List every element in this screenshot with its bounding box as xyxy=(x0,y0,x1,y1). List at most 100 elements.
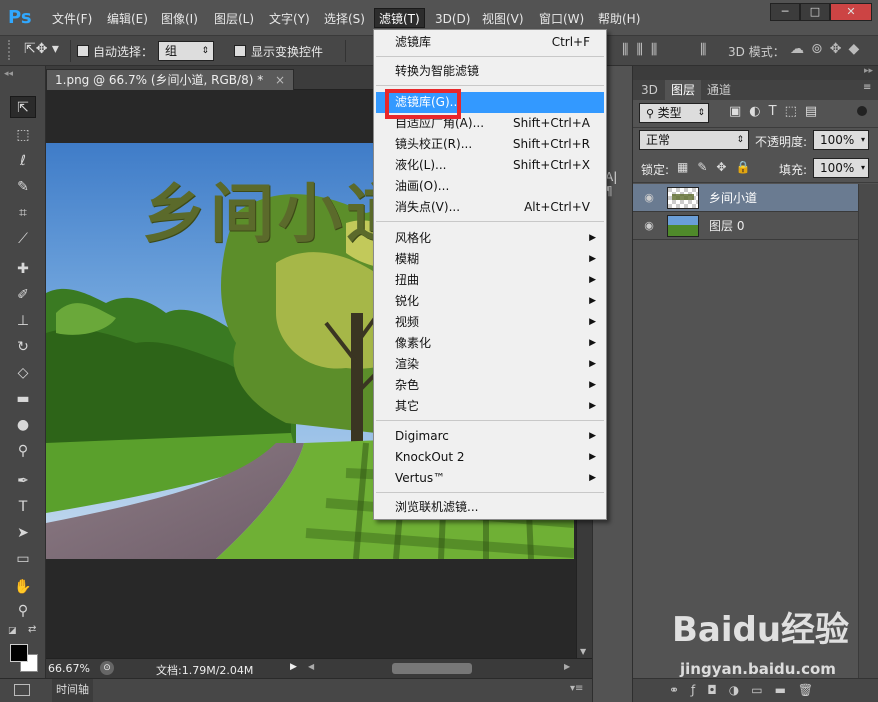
collapse-toolbar-icon[interactable]: ◂◂ xyxy=(4,69,13,79)
search-icon: ⚲ xyxy=(646,107,658,120)
menu-item-distort[interactable]: 扭曲 ▶ xyxy=(376,270,604,291)
opacity-input[interactable]: 100% ▾ xyxy=(813,130,869,150)
foreground-color-swatch[interactable] xyxy=(10,644,28,662)
collapse-panel-icon[interactable]: ▸▸ xyxy=(864,66,873,76)
brush-tool-icon[interactable]: ✐ xyxy=(10,284,36,306)
character-panel-icon[interactable]: A| ¶ xyxy=(605,170,621,218)
minimize-button[interactable]: ─ xyxy=(770,3,800,21)
auto-align-icon[interactable]: ⫼ xyxy=(700,42,706,58)
eyedropper-tool-icon[interactable]: ⟋ xyxy=(10,228,36,250)
menu-item-knockout[interactable]: KnockOut 2 ▶ xyxy=(376,447,604,468)
lock-icons[interactable]: ▦✎✥🔒 xyxy=(677,160,759,174)
timeline-menu-icon[interactable]: ▾≡ xyxy=(570,683,583,694)
crop-tool-icon[interactable]: ⌗ xyxy=(10,202,36,224)
shape-tool-icon[interactable]: ▭ xyxy=(10,548,36,570)
tab-layers[interactable]: 图层 xyxy=(665,80,702,100)
menu-file[interactable]: 文件(F) xyxy=(48,9,96,29)
horizontal-scroll-thumb[interactable] xyxy=(392,663,472,674)
menu-item-convert-smart-filters[interactable]: 转换为智能滤镜 xyxy=(376,61,604,82)
menu-item-browse-online-filters[interactable]: 浏览联机滤镜... xyxy=(376,497,604,518)
timeline-icon[interactable] xyxy=(14,684,30,696)
close-tab-icon[interactable]: × xyxy=(275,73,285,87)
scroll-left-icon[interactable]: ◀ xyxy=(308,662,314,671)
dodge-tool-icon[interactable]: ⚲ xyxy=(10,440,36,462)
menu-item-vertus[interactable]: Vertus™ ▶ xyxy=(376,468,604,489)
menu-item-vanishing-point[interactable]: 消失点(V)... Alt+Ctrl+V xyxy=(376,197,604,218)
document-tab[interactable]: 1.png @ 66.7% (乡间小道, RGB/8) * × xyxy=(46,69,295,91)
menu-item-render[interactable]: 渲染 ▶ xyxy=(376,354,604,375)
menu-item-label: 滤镜库 xyxy=(395,35,432,49)
pen-tool-icon[interactable]: ✒ xyxy=(10,470,36,492)
scroll-right-icon[interactable]: ▶ xyxy=(564,662,570,671)
default-colors-icon[interactable]: ◪ xyxy=(8,626,18,636)
menu-item-stylize[interactable]: 风格化 ▶ xyxy=(376,228,604,249)
menu-type[interactable]: 文字(Y) xyxy=(265,9,314,29)
tab-3d[interactable]: 3D xyxy=(635,80,664,100)
visibility-eye-icon[interactable]: ◉ xyxy=(641,218,657,234)
lasso-tool-icon[interactable]: ℓ xyxy=(10,150,36,172)
timeline-tab[interactable]: 时间轴 xyxy=(52,679,93,702)
move-tool-icon[interactable]: ⇱✥ ▾ xyxy=(24,41,59,57)
menu-filter[interactable]: 滤镜(T) xyxy=(374,8,425,28)
3d-tools-icons[interactable]: ☁⊚✥◆ xyxy=(790,41,866,57)
menu-view[interactable]: 视图(V) xyxy=(478,9,528,29)
status-menu-arrow-icon[interactable]: ▶ xyxy=(290,662,297,672)
hand-tool-icon[interactable]: ✋ xyxy=(10,576,36,598)
menu-item-filter-gallery-last[interactable]: 滤镜库 Ctrl+F xyxy=(376,32,604,53)
type-tool-icon[interactable]: T xyxy=(10,496,36,518)
blur-tool-icon[interactable]: ● xyxy=(10,414,36,436)
menu-3d[interactable]: 3D(D) xyxy=(431,9,474,29)
menu-item-blur[interactable]: 模糊 ▶ xyxy=(376,249,604,270)
marquee-tool-icon[interactable]: ⬚ xyxy=(10,124,36,146)
menu-item-oil-paint[interactable]: 油画(O)... xyxy=(376,176,604,197)
menu-item-other[interactable]: 其它 ▶ xyxy=(376,396,604,417)
visibility-eye-icon[interactable]: ◉ xyxy=(641,190,657,206)
tab-channels[interactable]: 通道 xyxy=(701,80,737,100)
menu-item-shortcut: Shift+Ctrl+X xyxy=(513,158,590,172)
menu-help[interactable]: 帮助(H) xyxy=(594,9,644,29)
menu-item-label: 像素化 xyxy=(395,336,432,350)
menu-select[interactable]: 选择(S) xyxy=(320,9,369,29)
close-window-button[interactable]: ✕ xyxy=(830,3,872,21)
menu-item-pixelate[interactable]: 像素化 ▶ xyxy=(376,333,604,354)
distribute-icons[interactable]: ⫼⫼⫼ xyxy=(622,42,665,58)
healing-brush-tool-icon[interactable]: ✚ xyxy=(10,258,36,280)
eraser-tool-icon[interactable]: ◇ xyxy=(10,362,36,384)
blend-mode-dropdown[interactable]: 正常 ⇕ xyxy=(639,130,749,150)
menu-edit[interactable]: 编辑(E) xyxy=(103,9,152,29)
menu-item-lens-correction[interactable]: 镜头校正(R)... Shift+Ctrl+R xyxy=(376,134,604,155)
zoom-tool-icon[interactable]: ⚲ xyxy=(10,600,36,622)
fill-input[interactable]: 100% ▾ xyxy=(813,158,869,178)
maximize-button[interactable]: □ xyxy=(800,3,830,21)
layer-filter-dropdown[interactable]: ⚲ 类型 ⇕ xyxy=(639,103,709,123)
menu-layer[interactable]: 图层(L) xyxy=(210,9,258,29)
layer-row[interactable]: ◉ 乡间小道 xyxy=(633,184,858,212)
timeline-bar: 时间轴 ▾≡ xyxy=(0,678,592,702)
path-select-tool-icon[interactable]: ➤ xyxy=(10,522,36,544)
menu-item-noise[interactable]: 杂色 ▶ xyxy=(376,375,604,396)
menu-image[interactable]: 图像(I) xyxy=(157,9,202,29)
panel-menu-icon[interactable]: ≡ xyxy=(863,82,871,93)
menu-item-digimarc[interactable]: Digimarc ▶ xyxy=(376,426,604,447)
stamp-tool-icon[interactable]: ⊥ xyxy=(10,310,36,332)
filter-type-icons[interactable]: ▣◐T⬚▤ xyxy=(729,104,825,119)
layer-row[interactable]: ◉ 图层 0 xyxy=(633,212,858,240)
scroll-down-icon[interactable]: ▼ xyxy=(580,647,586,656)
fill-label: 填充: xyxy=(779,163,808,177)
menu-window[interactable]: 窗口(W) xyxy=(535,9,588,29)
zoom-level[interactable]: 66.67% xyxy=(48,662,90,675)
auto-select-dropdown[interactable]: 组 ⇕ xyxy=(158,41,214,61)
menu-separator xyxy=(376,56,604,57)
swap-colors-icon[interactable]: ⇄ xyxy=(28,624,36,635)
quick-select-tool-icon[interactable]: ✎ xyxy=(10,176,36,198)
menu-item-sharpen[interactable]: 锐化 ▶ xyxy=(376,291,604,312)
gradient-tool-icon[interactable]: ▬ xyxy=(10,388,36,410)
menu-item-video[interactable]: 视频 ▶ xyxy=(376,312,604,333)
history-brush-tool-icon[interactable]: ↻ xyxy=(10,336,36,358)
auto-select-checkbox[interactable] xyxy=(77,45,89,57)
show-transform-checkbox[interactable] xyxy=(234,45,246,57)
move-tool-icon[interactable]: ⇱ xyxy=(10,96,36,118)
status-icon[interactable]: ⊙ xyxy=(100,661,114,675)
menu-item-liquify[interactable]: 液化(L)... Shift+Ctrl+X xyxy=(376,155,604,176)
filter-toggle[interactable] xyxy=(857,106,867,116)
